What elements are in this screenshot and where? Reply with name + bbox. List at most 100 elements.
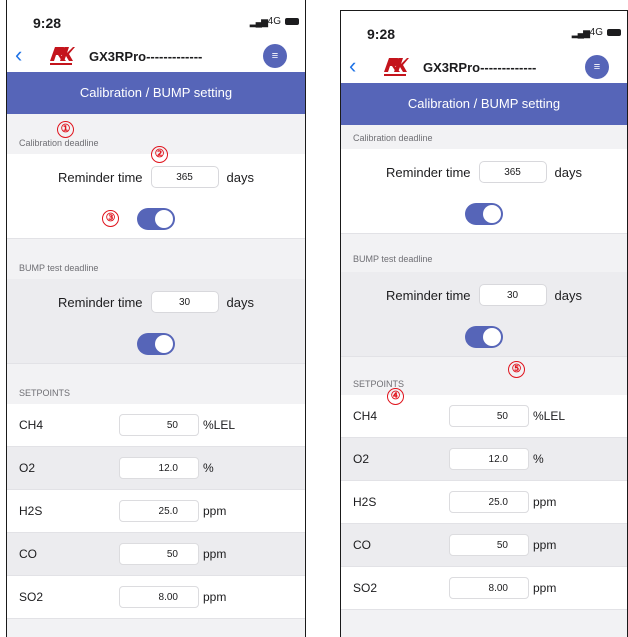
bump-reminder-input[interactable]: 30 [150,291,219,313]
status-bar: 9:28 ▂▄▆ 4G [341,11,627,51]
signal-icon: ▂▄▆ [249,17,268,27]
bump-toggle-row [7,325,305,363]
bump-header-label: BUMP test deadline [353,254,433,264]
setpoints-section-header: SETPOINTS [7,364,305,404]
setpoint-unit: %LEL [203,418,236,432]
back-chevron-icon[interactable]: ‹ [349,55,356,77]
setpoints-list: CH4 50 %LEL O2 12.0 % H2S 25.0 ppm CO 50… [341,395,627,610]
bump-reminder-label: Reminder time [386,287,471,303]
setpoint-input[interactable]: 50 [119,414,199,436]
setpoints-section-header: SETPOINTS [341,357,627,395]
setpoint-name: SO2 [353,581,378,595]
network-label: 4G [589,27,603,38]
setpoint-row: H2S 25.0 ppm [7,490,305,533]
calibration-header-label: Calibration deadline [19,138,99,148]
setpoint-row: CH4 50 %LEL [7,404,305,447]
setpoint-input[interactable]: 12.0 [119,457,199,479]
setpoint-input[interactable]: 8.00 [449,577,529,599]
setpoint-input[interactable]: 25.0 [449,491,529,513]
setpoint-name: H2S [19,504,43,518]
setpoint-input[interactable]: 25.0 [119,500,199,522]
device-name: GX3RPro------------- [89,49,203,64]
bump-reminder-row: Reminder time 30 days [7,279,305,325]
setpoint-name: CH4 [353,409,378,423]
bump-reminder-unit: days [554,287,582,303]
calibration-reminder-input[interactable]: 365 [150,166,219,188]
status-time: 9:28 [367,26,396,42]
calibration-reminder-unit: days [554,164,582,180]
menu-icon[interactable]: ≡ [585,55,609,79]
calibration-toggle[interactable] [465,203,503,225]
setpoint-unit: % [203,461,214,475]
page-title: Calibration / BUMP setting [341,83,627,125]
status-time: 9:28 [33,15,62,31]
setpoint-row: CO 50 ppm [341,524,627,567]
calibration-toggle[interactable] [137,208,175,230]
setpoint-row: CH4 50 %LEL [341,395,627,438]
menu-icon[interactable]: ≡ [263,44,287,68]
annotation-marker-3: ③ [102,210,119,227]
setpoints-list: CH4 50 %LEL O2 12.0 % H2S 25.0 ppm CO 50… [7,404,305,619]
battery-icon [607,29,621,36]
page-title: Calibration / BUMP setting [7,72,305,114]
bump-reminder-unit: days [226,294,254,310]
setpoint-row: SO2 8.00 ppm [341,567,627,610]
calibration-toggle-row [341,195,627,233]
setpoint-unit: ppm [533,538,557,552]
setpoint-input[interactable]: 50 [119,543,199,565]
bump-reminder-row: Reminder time 30 days [341,272,627,318]
setpoint-name: O2 [353,452,370,466]
nav-bar: ‹ GX3RPro------------- ≡ [341,51,627,83]
brand-logo [384,58,409,76]
calibration-reminder-label: Reminder time [386,164,471,180]
brand-logo [50,47,75,65]
setpoint-unit: ppm [533,495,557,509]
calibration-reminder-label: Reminder time [58,169,143,185]
setpoint-row: O2 12.0 % [7,447,305,490]
setpoint-unit: % [533,452,544,466]
status-bar: 9:28 ▂▄▆ 4G [7,0,305,40]
back-chevron-icon[interactable]: ‹ [15,44,22,66]
bump-toggle-row [341,318,627,356]
bump-reminder-label: Reminder time [58,294,143,310]
device-name: GX3RPro------------- [423,60,537,75]
setpoint-input[interactable]: 8.00 [119,586,199,608]
setpoint-row: H2S 25.0 ppm [341,481,627,524]
setpoint-unit: ppm [533,581,557,595]
bump-reminder-input[interactable]: 30 [478,284,547,306]
calibration-header-label: Calibration deadline [353,133,433,143]
setpoint-input[interactable]: 50 [449,405,529,427]
nav-bar: ‹ GX3RPro------------- ≡ [7,40,305,72]
setpoint-name: CH4 [19,418,44,432]
calibration-reminder-row: Reminder time 365 days [341,149,627,195]
right-phone-screen: 9:28 ▂▄▆ 4G ‹ GX3RPro------------- ≡ Cal… [340,10,628,637]
calibration-card: Reminder time 365 days [7,154,305,239]
setpoint-input[interactable]: 12.0 [449,448,529,470]
bump-toggle[interactable] [465,326,503,348]
bump-toggle[interactable] [137,333,175,355]
setpoint-name: SO2 [19,590,44,604]
annotation-marker-5: ⑤ [508,361,525,378]
network-label: 4G [267,16,281,27]
setpoint-unit: ppm [203,590,227,604]
bump-card: Reminder time 30 days [341,272,627,357]
setpoint-name: CO [19,547,37,561]
setpoints-header-label: SETPOINTS [19,388,71,398]
annotation-marker-1: ① [57,121,74,138]
bump-section-header: BUMP test deadline [7,239,305,279]
left-phone-screen: 9:28 ▂▄▆ 4G ‹ GX3RPro------------- ≡ Cal… [6,0,306,637]
setpoint-row: CO 50 ppm [7,533,305,576]
annotation-marker-4: ④ [387,388,404,405]
calibration-reminder-unit: days [226,169,254,185]
signal-icon: ▂▄▆ [571,28,590,38]
setpoint-row: SO2 8.00 ppm [7,576,305,619]
bump-header-label: BUMP test deadline [19,263,99,273]
setpoint-input[interactable]: 50 [449,534,529,556]
calibration-section-header: Calibration deadline [341,125,627,149]
setpoint-name: H2S [353,495,377,509]
calibration-reminder-input[interactable]: 365 [478,161,547,183]
calibration-toggle-row [7,200,305,238]
annotation-marker-2: ② [151,146,168,163]
setpoint-unit: ppm [203,547,227,561]
battery-icon [285,18,299,25]
